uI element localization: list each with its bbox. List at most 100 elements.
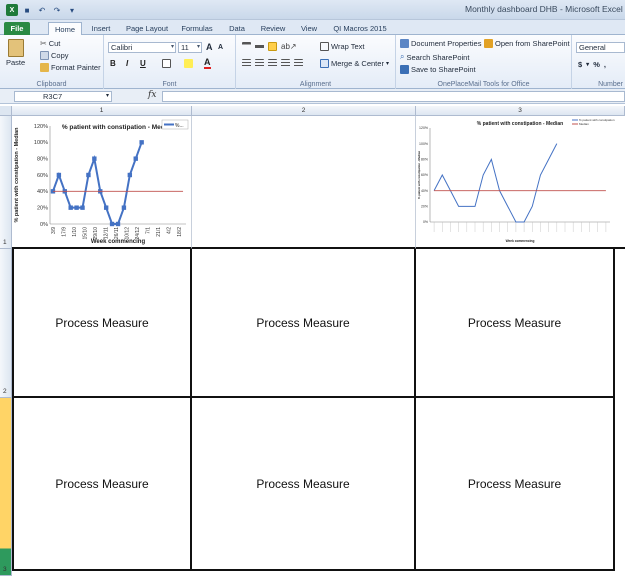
process-measure-label: Process Measure (55, 315, 149, 330)
x-tick-label: 18/2 (177, 227, 183, 237)
alignment-label: Alignment (299, 81, 332, 88)
name-box[interactable]: R3C7 ▾ (14, 91, 112, 102)
process-measure-label: Process Measure (256, 476, 350, 491)
decrease-indent-icon[interactable] (281, 59, 290, 68)
cell-r1c3[interactable]: % patient with constipation - Median 0% 20… (416, 116, 625, 249)
search-sharepoint-button[interactable]: ⌕ Search SharePoint (400, 52, 469, 62)
format-painter-button[interactable]: Format Painter (40, 63, 101, 72)
font-color-button[interactable]: A (204, 57, 211, 69)
font-name-select[interactable]: Calibri ▾ (108, 42, 176, 53)
column-header-2[interactable]: 2 (192, 106, 416, 116)
redo-icon[interactable]: ↷ (51, 4, 63, 16)
y-tick-label: 100% (34, 140, 48, 146)
top-align-icon[interactable] (242, 42, 251, 51)
increase-indent-icon[interactable] (294, 59, 303, 68)
middle-align-icon[interactable] (255, 42, 264, 51)
borders-button[interactable] (162, 59, 171, 68)
underline-button[interactable]: U (140, 59, 146, 68)
formula-input[interactable] (162, 91, 625, 102)
data-point (109, 221, 115, 227)
shrink-font-button[interactable]: A (218, 44, 223, 51)
save-sharepoint-button[interactable]: Save to SharePoint (400, 65, 476, 74)
percent-button[interactable]: % (593, 60, 600, 69)
select-all-corner[interactable] (0, 106, 12, 116)
merge-center-button[interactable]: Merge & Center ▾ (320, 59, 389, 68)
wrap-text-button[interactable]: Wrap Text (320, 42, 365, 51)
tab-file[interactable]: File (4, 22, 30, 35)
row-header-1[interactable]: 1 (0, 116, 12, 249)
tab-formulas[interactable]: Formulas (178, 22, 216, 35)
font-size-select[interactable]: 11 ▾ (178, 42, 202, 53)
bold-button[interactable]: B (110, 59, 116, 68)
horizontal-align-buttons (242, 59, 303, 68)
orientation-icon[interactable]: ab↗ (281, 42, 297, 51)
scissors-icon: ✂ (40, 39, 47, 48)
tab-page-layout[interactable]: Page Layout (124, 22, 170, 35)
chevron-down-icon: ▾ (586, 62, 590, 68)
row-header-2[interactable]: 2 (0, 249, 12, 398)
row-header-3[interactable]: 3 (0, 398, 12, 576)
cell-r3c2[interactable]: Process Measure (192, 398, 416, 571)
tab-qi-macros[interactable]: QI Macros 2015 (330, 22, 390, 35)
y-tick-label: 100% (419, 142, 428, 146)
italic-button[interactable]: I (126, 59, 128, 68)
tab-insert[interactable]: Insert (86, 22, 116, 35)
x-tick-label: 17/9 (62, 227, 68, 237)
copy-button[interactable]: Copy (40, 51, 69, 60)
ribbon-tabs: File Home Insert Page Layout Formulas Da… (0, 20, 625, 36)
open-sharepoint-button[interactable]: Open from SharePoint (484, 39, 570, 48)
merge-icon (320, 59, 329, 68)
bottom-align-icon[interactable] (268, 42, 277, 51)
x-tick-label: 29/10 (93, 227, 99, 240)
paste-icon (7, 39, 24, 57)
y-tick-label: 0% (423, 220, 428, 224)
grow-font-button[interactable]: A (206, 42, 213, 52)
column-header-1[interactable]: 1 (12, 106, 192, 116)
tab-review[interactable]: Review (258, 22, 288, 35)
document-properties-button[interactable]: Document Properties (400, 39, 481, 48)
tab-view[interactable]: View (296, 22, 322, 35)
process-measure-label: Process Measure (467, 476, 562, 491)
process-measure-label: Process Measure (55, 476, 149, 491)
excel-icon[interactable]: X (6, 4, 18, 16)
tab-data[interactable]: Data (224, 22, 250, 35)
cell-r3c1[interactable]: Process Measure (12, 398, 192, 571)
column-header-3[interactable]: 3 (416, 106, 625, 116)
paste-button[interactable]: Paste (6, 39, 25, 67)
cell-r2c1[interactable]: Process Measure (12, 249, 192, 398)
align-center-icon[interactable] (255, 59, 264, 68)
clipboard-group: Paste ✂ Cut Copy Format Painter Clipboar… (0, 35, 104, 89)
borders-icon (162, 59, 171, 68)
constipation-chart-1: % patient with constipation - Median 0% 20… (14, 119, 189, 245)
cut-button[interactable]: ✂ Cut (40, 39, 60, 48)
y-tick-label: 60% (421, 173, 428, 177)
data-point (80, 205, 85, 210)
x-tick-label: 10/12 (124, 227, 130, 240)
undo-icon[interactable]: ↶ (36, 4, 48, 16)
cell-r1c2[interactable] (192, 116, 416, 249)
y-tick-label: 20% (37, 206, 48, 212)
fill-color-button[interactable] (184, 59, 193, 68)
x-tick-label: 21/1 (156, 227, 162, 237)
series-line-constipation (52, 141, 143, 225)
cell-r1c1[interactable]: % patient with constipation - Median 0% 20… (12, 116, 192, 249)
comma-button[interactable]: , (604, 60, 606, 69)
y-tick-label: 120% (419, 126, 428, 130)
save-icon[interactable]: ■ (21, 4, 33, 16)
insert-function-icon[interactable]: fx (148, 90, 156, 100)
align-right-icon[interactable] (268, 59, 277, 68)
data-point (139, 140, 144, 145)
cell-r3c3[interactable]: Process Measure (416, 398, 615, 571)
series-line-constipation (433, 143, 558, 223)
font-label: Font (162, 81, 177, 88)
number-format-select[interactable]: General (576, 42, 625, 53)
currency-button[interactable]: $ (578, 60, 582, 69)
cell-r2c2[interactable]: Process Measure (192, 249, 416, 398)
cell-r2c3[interactable]: Process Measure (416, 249, 615, 398)
customize-qat-icon[interactable]: ▾ (66, 4, 78, 16)
number-label: Number (598, 81, 623, 88)
tab-home[interactable]: Home (48, 22, 82, 36)
oneplace-group: Document Properties Open from SharePoint… (396, 35, 572, 89)
data-point (103, 205, 109, 210)
align-left-icon[interactable] (242, 59, 251, 68)
